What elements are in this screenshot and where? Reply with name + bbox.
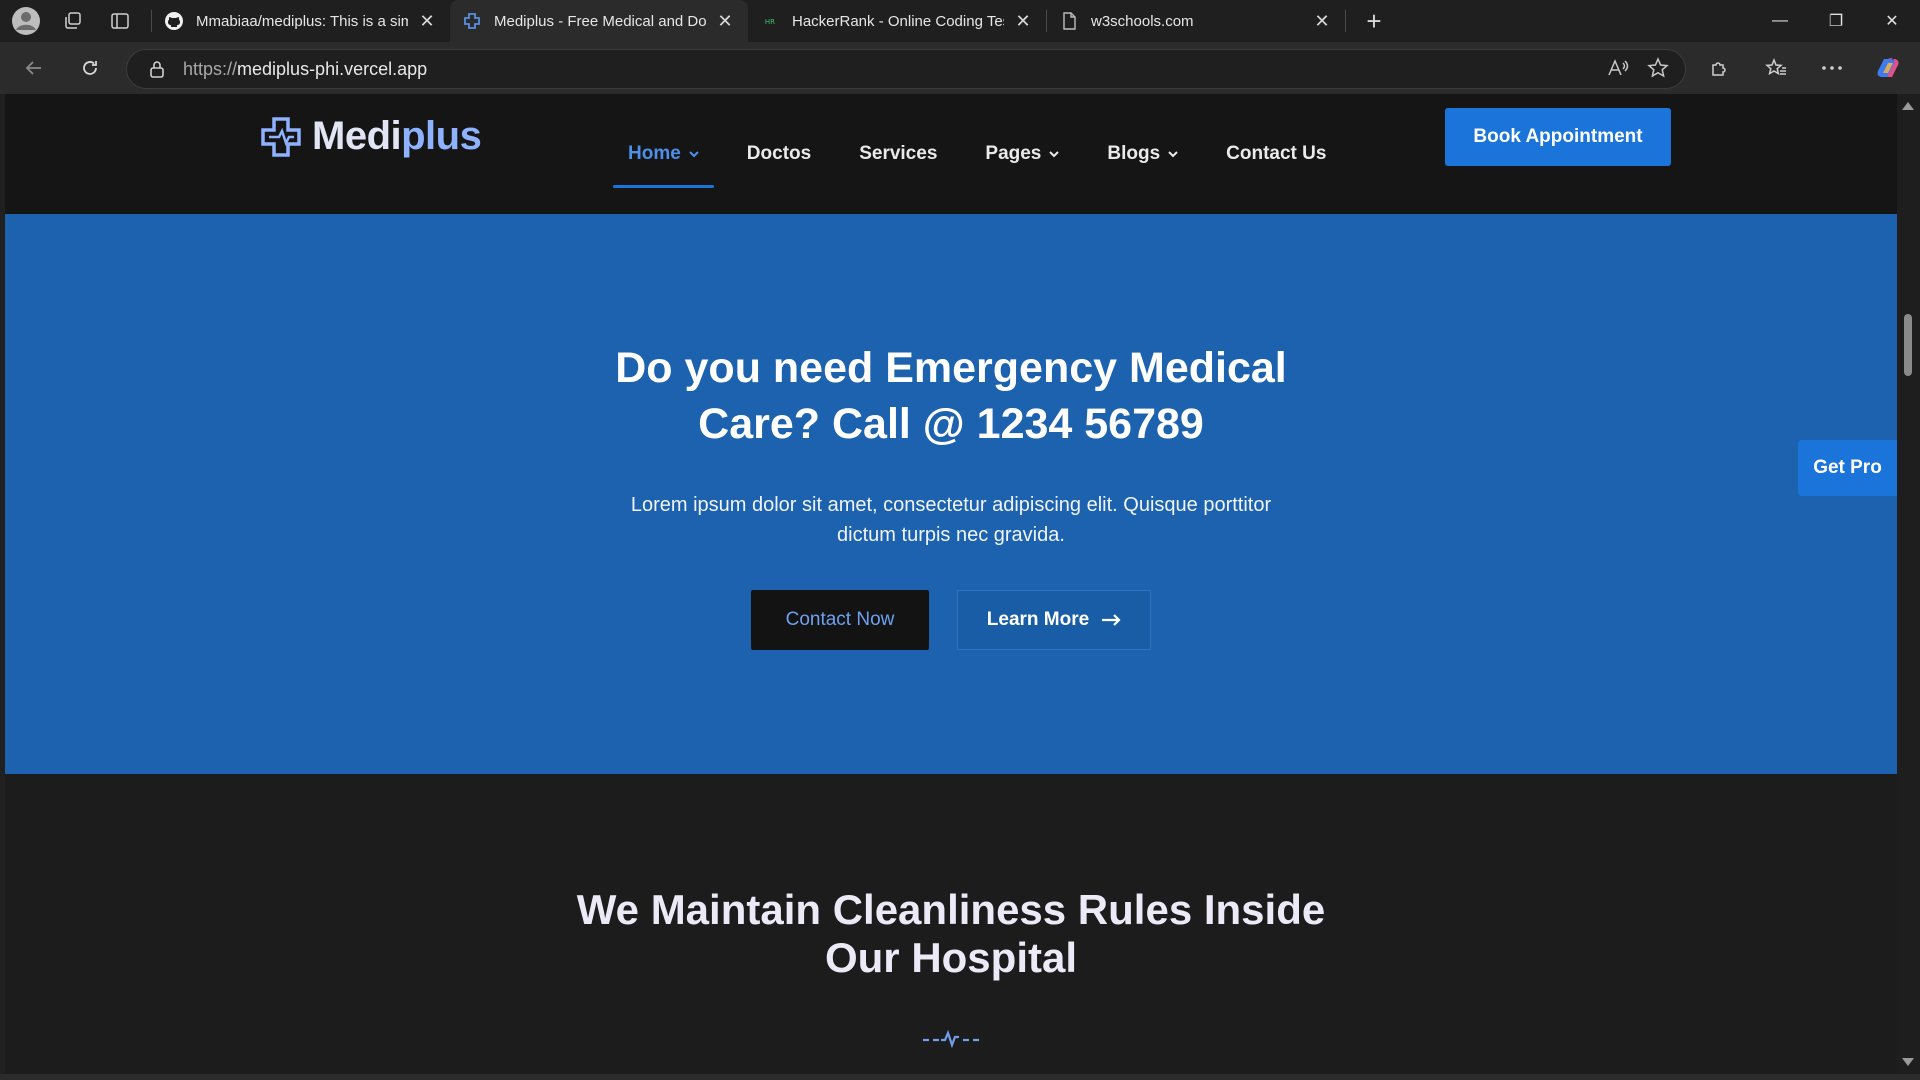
logo-text-main: Medi <box>312 114 402 158</box>
section-title-line: Our Hospital <box>824 934 1078 981</box>
chevron-down-icon <box>1049 149 1060 159</box>
tab-title: Mediplus - Free Medical and Doct <box>494 12 706 30</box>
close-tab-icon[interactable]: ✕ <box>714 10 736 32</box>
svg-text:HR: HR <box>765 18 775 26</box>
learn-more-label: Learn More <box>986 609 1090 630</box>
back-icon[interactable] <box>14 48 54 88</box>
extensions-icon[interactable] <box>1700 48 1740 88</box>
nav-blogs[interactable]: Blogs <box>1092 94 1193 214</box>
restore-icon[interactable]: ❐ <box>1808 0 1864 42</box>
nav-label: Contact Us <box>1226 143 1327 164</box>
lock-icon[interactable] <box>147 59 167 79</box>
github-icon <box>164 11 184 31</box>
logo-text-accent: plus <box>401 114 482 158</box>
scroll-down-icon[interactable] <box>1902 1058 1914 1066</box>
tab-title: HackerRank - Online Coding Tests <box>792 12 1004 30</box>
hero-title-line: Care? Call @ 1234 56789 <box>698 400 1204 448</box>
nav-label: Blogs <box>1107 143 1161 164</box>
favorites-icon[interactable] <box>1756 48 1796 88</box>
page-scrollbar[interactable] <box>1897 94 1920 1074</box>
close-window-icon[interactable]: ✕ <box>1864 0 1920 42</box>
tab-title: w3schools.com <box>1091 12 1194 30</box>
site-logo[interactable]: Mediplus <box>260 114 482 159</box>
arrow-right-icon <box>1101 614 1121 626</box>
hero-title-line: Do you need Emergency Medical <box>615 344 1287 392</box>
page-icon <box>1059 11 1079 31</box>
refresh-icon[interactable] <box>70 48 110 88</box>
learn-more-button[interactable]: Learn More <box>957 590 1151 650</box>
profile-avatar-icon[interactable] <box>10 5 42 37</box>
new-tab-icon[interactable]: + <box>1356 3 1392 39</box>
nav-doctors[interactable]: Doctos <box>732 94 826 214</box>
hero-section: Do you need Emergency Medical Care? Call… <box>5 214 1897 774</box>
hackerrank-icon: HR <box>760 11 780 31</box>
hero-text-line: Lorem ipsum dolor sit amet, consectetur … <box>630 494 1272 516</box>
nav-pages[interactable]: Pages <box>970 94 1074 214</box>
logo-text: Mediplus <box>312 114 482 159</box>
chevron-down-icon <box>689 149 699 159</box>
cleanliness-section: We Maintain Cleanliness Rules Inside Our… <box>5 774 1897 1074</box>
heartbeat-divider-icon <box>923 1029 979 1049</box>
nav-services[interactable]: Services <box>844 94 952 214</box>
nav-label: Home <box>628 143 681 164</box>
more-menu-icon[interactable] <box>1812 48 1852 88</box>
tab-github[interactable]: Mmabiaa/mediplus: This is a simp ✕ <box>152 0 450 42</box>
get-pro-button[interactable]: Get Pro <box>1798 440 1897 496</box>
address-bar[interactable]: https://mediplus-phi.vercel.app <box>126 49 1686 89</box>
browser-tab-bar: Mmabiaa/mediplus: This is a simp ✕ Medip… <box>0 0 1920 42</box>
tab-title: Mmabiaa/mediplus: This is a simp <box>196 12 408 30</box>
chevron-down-icon <box>1168 149 1178 159</box>
close-tab-icon[interactable]: ✕ <box>1012 10 1034 32</box>
url-protocol: https:// <box>183 58 238 79</box>
mediplus-favicon <box>462 11 482 31</box>
window-bottom-edge <box>0 1074 1920 1080</box>
logo-cross-icon <box>261 116 301 157</box>
section-title-line: We Maintain Cleanliness Rules Inside <box>576 886 1326 933</box>
nav-label: Doctos <box>746 143 812 164</box>
site-header: Mediplus Home Doctos Services Pages Blog… <box>5 94 1897 214</box>
tab-mediplus[interactable]: Mediplus - Free Medical and Doct ✕ <box>450 0 748 42</box>
hero-title: Do you need Emergency Medical Care? Call… <box>5 340 1897 452</box>
nav-label: Services <box>859 143 938 164</box>
book-appointment-button[interactable]: Book Appointment <box>1445 108 1671 166</box>
browser-toolbar: https://mediplus-phi.vercel.app <box>0 42 1920 94</box>
scroll-up-icon[interactable] <box>1902 102 1914 110</box>
url-host: mediplus-phi.vercel.app <box>237 58 428 79</box>
scrollbar-thumb[interactable] <box>1904 314 1912 376</box>
url-text: https://mediplus-phi.vercel.app <box>183 59 427 80</box>
close-tab-icon[interactable]: ✕ <box>416 10 438 32</box>
contact-now-button[interactable]: Contact Now <box>751 590 929 650</box>
hero-text-line: dictum turpis nec gravida. <box>837 524 1065 546</box>
page-viewport: Mediplus Home Doctos Services Pages Blog… <box>5 94 1897 1074</box>
minimize-icon[interactable]: — <box>1752 0 1808 42</box>
read-aloud-icon[interactable] <box>1607 58 1629 83</box>
copilot-icon[interactable] <box>1868 48 1908 88</box>
hero-buttons: Contact Now Learn More <box>5 590 1897 650</box>
nav-label: Pages <box>985 143 1042 164</box>
nav-contact-us[interactable]: Contact Us <box>1211 94 1341 214</box>
hero-description: Lorem ipsum dolor sit amet, consectetur … <box>5 490 1897 550</box>
section-title: We Maintain Cleanliness Rules Inside Our… <box>5 886 1897 982</box>
workspaces-icon[interactable] <box>57 5 89 37</box>
nav-home[interactable]: Home <box>613 94 714 214</box>
main-nav: Home Doctos Services Pages Blogs Contact… <box>613 94 1359 214</box>
toolbar-right <box>1700 48 1908 88</box>
tab-hackerrank[interactable]: HR HackerRank - Online Coding Tests ✕ <box>748 0 1046 42</box>
tab-w3schools[interactable]: w3schools.com ✕ <box>1047 0 1345 42</box>
window-controls: — ❐ ✕ <box>1752 0 1920 42</box>
vertical-tabs-icon[interactable] <box>104 5 136 37</box>
tab-separator <box>1345 10 1346 32</box>
close-tab-icon[interactable]: ✕ <box>1311 10 1333 32</box>
favorite-star-icon[interactable] <box>1647 56 1669 84</box>
